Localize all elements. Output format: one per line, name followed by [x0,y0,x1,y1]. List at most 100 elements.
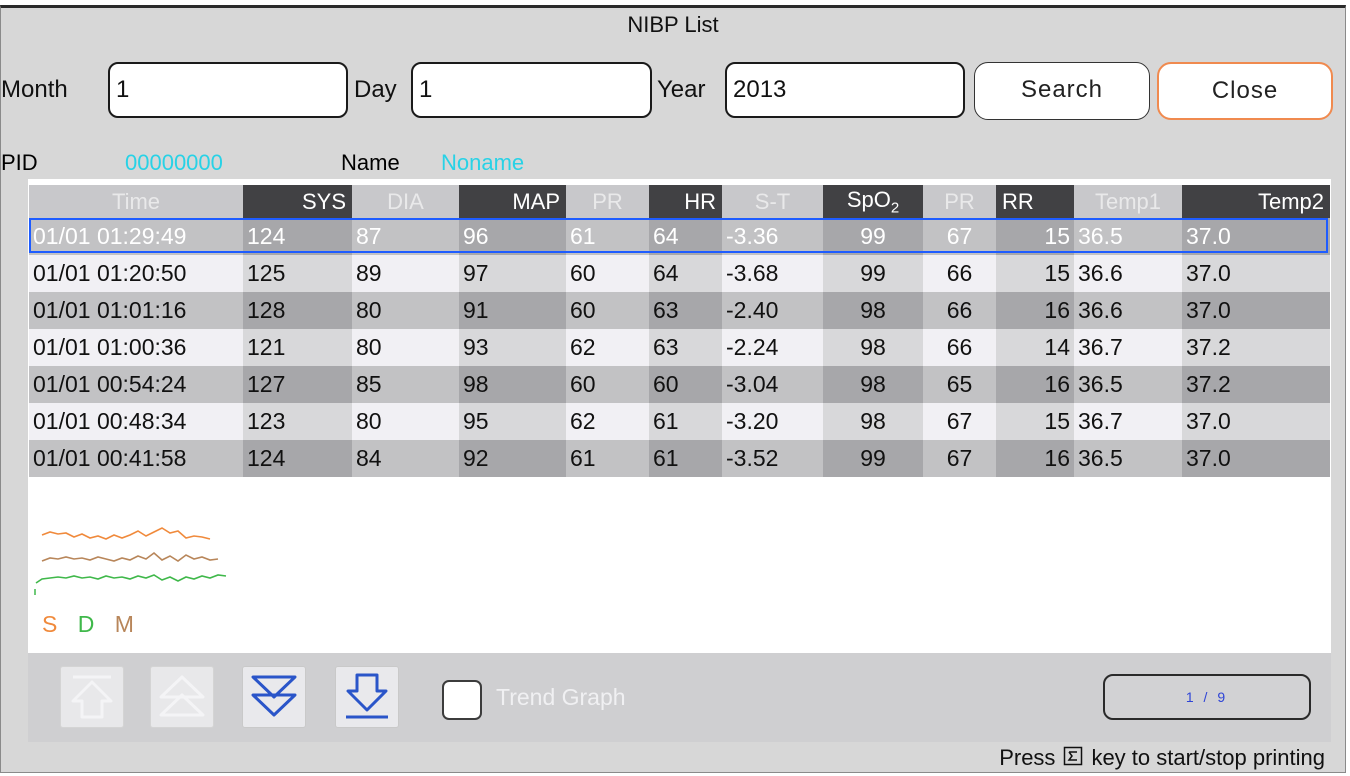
col-header-hr: HR [649,185,722,218]
day-field[interactable]: 1 [411,62,652,118]
table-cell: 01/01 00:54:24 [29,366,243,403]
table-cell: 99 [823,440,923,477]
table-cell: 91 [459,292,566,329]
spo2-header-subscript: 2 [890,199,900,217]
table-cell: 67 [923,403,996,440]
table-cell: 89 [352,255,459,292]
col-header-pr-spo2: PR [923,185,996,218]
pid-label: PID [1,150,38,175]
status-press-text: Press [999,745,1056,770]
table-cell: 93 [459,329,566,366]
status-rest-text: key to start/stop printing [1091,745,1325,770]
table-cell: 123 [243,403,352,440]
table-cell: 36.7 [1074,329,1182,366]
col-header-pr: PR [566,185,649,218]
trend-legend: S D M [42,611,148,638]
nibp-table: Time SYS DIA MAP PR HR S-T SpO2 PR RR Te… [29,185,1330,477]
table-cell: 80 [352,292,459,329]
window-title: NIBP List [627,12,719,37]
table-cell: 37.0 [1182,255,1330,292]
table-cell: 15 [996,255,1074,292]
table-cell: 16 [996,366,1074,403]
col-header-temp2: Temp2 [1182,185,1330,218]
table-cell: 36.5 [1074,218,1182,255]
table-cell: 84 [352,440,459,477]
table-row[interactable]: 01/01 01:20:50 125 89 97 60 64 -3.68 99 66 15 36.6… [29,255,1330,292]
month-label: Month [1,76,68,103]
table-cell: 01/01 01:29:49 [29,218,243,255]
table-cell: 128 [243,292,352,329]
legend-d: D [77,611,95,637]
scroll-down-icon [251,675,297,717]
table-cell: 80 [352,403,459,440]
table-row[interactable]: 01/01 01:01:16 128 80 91 60 63 -2.40 98 66 16 36.6… [29,292,1330,329]
col-header-sys: SYS [243,185,352,218]
table-cell: 95 [459,403,566,440]
nibp-table-area: Time SYS DIA MAP PR HR S-T SpO2 PR RR Te… [28,179,1331,653]
table-cell: 67 [923,218,996,255]
table-cell: 36.7 [1074,403,1182,440]
table-cell: 60 [649,366,722,403]
month-field[interactable]: 1 [108,62,348,118]
page-down-icon [346,673,388,719]
table-cell: 61 [649,403,722,440]
table-cell: 37.2 [1182,366,1330,403]
mini-trend-graph [34,527,227,595]
name-value: Noname [441,150,525,175]
map-trend-line [41,551,219,562]
table-cell: 61 [566,440,649,477]
table-cell: 37.0 [1182,292,1330,329]
col-header-st: S-T [722,185,823,218]
trend-graph-checkbox[interactable] [442,680,482,720]
table-cell: 127 [243,366,352,403]
status-bar: Press key to start/stop printing [999,741,1325,776]
table-cell: 66 [923,255,996,292]
table-cell: 96 [459,218,566,255]
year-field[interactable]: 2013 [725,62,965,118]
table-cell: 01/01 00:41:58 [29,440,243,477]
table-cell: 01/01 01:00:36 [29,329,243,366]
table-cell: 66 [923,329,996,366]
col-header-temp1: Temp1 [1074,185,1182,218]
table-cell: 64 [649,255,722,292]
print-key-icon [1063,742,1083,776]
table-cell: 60 [566,255,649,292]
table-cell: 63 [649,292,722,329]
table-cell: 99 [823,255,923,292]
table-cell: 87 [352,218,459,255]
dia-trend-line [35,574,227,584]
table-cell: 01/01 01:20:50 [29,255,243,292]
search-button[interactable]: Search [974,62,1150,120]
table-cell: 60 [566,366,649,403]
table-cell: 36.6 [1074,255,1182,292]
table-cell: 01/01 01:01:16 [29,292,243,329]
page-up-button[interactable] [60,666,124,728]
page-down-button[interactable] [335,666,399,728]
table-cell: 15 [996,403,1074,440]
pid-value: 00000000 [125,150,223,175]
table-cell: 37.2 [1182,329,1330,366]
table-cell: 80 [352,329,459,366]
col-header-dia: DIA [352,185,459,218]
table-cell: 62 [566,329,649,366]
table-cell: 125 [243,255,352,292]
scroll-down-button[interactable] [242,666,306,728]
sys-trend-line [41,527,211,540]
table-cell: 97 [459,255,566,292]
table-row[interactable]: 01/01 00:48:34 123 80 95 62 61 -3.20 98 67 15 36.7… [29,403,1330,440]
table-row[interactable]: 01/01 01:00:36 121 80 93 62 63 -2.24 98 66 14 36.7… [29,329,1330,366]
table-cell: 16 [996,440,1074,477]
table-cell: 98 [459,366,566,403]
close-button[interactable]: Close [1157,62,1333,120]
table-cell: 36.5 [1074,440,1182,477]
col-header-spo2: SpO2 [823,185,923,218]
table-row[interactable]: 01/01 01:29:49 124 87 96 61 64 -3.36 99 67 15 36.5… [29,218,1330,255]
table-cell: -2.24 [722,329,823,366]
table-row[interactable]: 01/01 00:41:58 124 84 92 61 61 -3.52 99 67 16 36.5… [29,440,1330,477]
day-label: Day [354,76,397,103]
scroll-up-button[interactable] [150,666,214,728]
table-cell: 14 [996,329,1074,366]
spo2-header-text: SpO [846,186,891,212]
table-cell: -3.52 [722,440,823,477]
table-row[interactable]: 01/01 00:54:24 127 85 98 60 60 -3.04 98 65 16 36.5… [29,366,1330,403]
